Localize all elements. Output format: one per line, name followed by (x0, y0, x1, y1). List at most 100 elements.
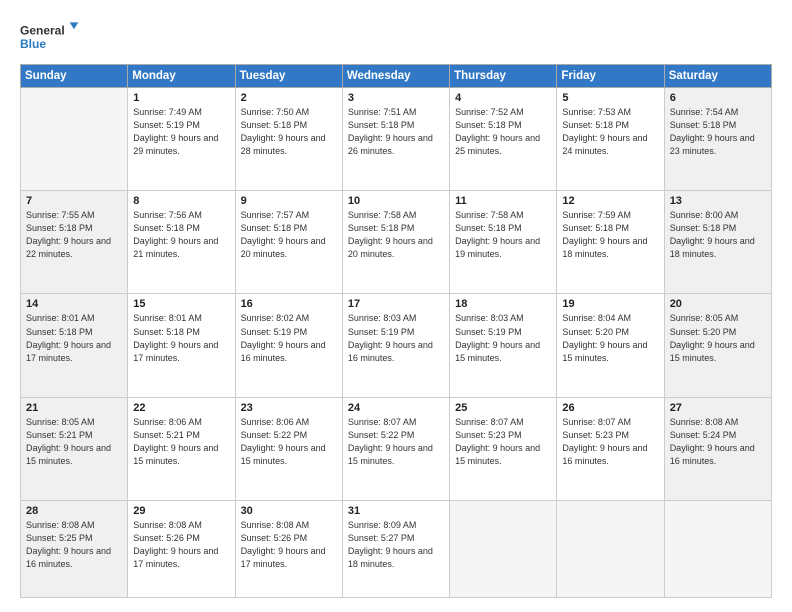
day-info: Sunrise: 7:57 AMSunset: 5:18 PMDaylight:… (241, 209, 338, 261)
day-number: 9 (241, 195, 338, 207)
calendar-cell: 15 Sunrise: 8:01 AMSunset: 5:18 PMDayligh… (128, 294, 235, 397)
week-row-5: 28Sunrise: 8:08 AMSunset: 5:25 PMDayligh… (21, 500, 772, 597)
calendar-cell: 6 Sunrise: 7:54 AMSunset: 5:18 PMDaylight… (664, 88, 771, 191)
day-number: 13 (670, 195, 767, 207)
day-number: 6 (670, 92, 767, 104)
day-number: 5 (562, 92, 659, 104)
calendar-cell: 24 Sunrise: 8:07 AMSunset: 5:22 PMDayligh… (342, 397, 449, 500)
day-header-sunday: Sunday (21, 65, 128, 88)
day-number: 17 (348, 298, 445, 310)
day-header-thursday: Thursday (450, 65, 557, 88)
calendar-cell: 30Sunrise: 8:08 AMSunset: 5:26 PMDayligh… (235, 500, 342, 597)
day-info: Sunrise: 8:05 AMSunset: 5:21 PMDaylight:… (26, 416, 123, 468)
logo: General Blue (20, 18, 80, 56)
calendar-table: SundayMondayTuesdayWednesdayThursdayFrid… (20, 64, 772, 598)
day-number: 28 (26, 505, 123, 517)
calendar-cell (21, 88, 128, 191)
calendar-page: General Blue SundayMondayTuesdayWednesda… (0, 0, 792, 612)
calendar-cell: 21Sunrise: 8:05 AMSunset: 5:21 PMDayligh… (21, 397, 128, 500)
day-info: Sunrise: 7:59 AMSunset: 5:18 PMDaylight:… (562, 209, 659, 261)
calendar-cell: 18 Sunrise: 8:03 AMSunset: 5:19 PMDayligh… (450, 294, 557, 397)
day-info: Sunrise: 7:55 AMSunset: 5:18 PMDaylight:… (26, 209, 123, 261)
day-header-friday: Friday (557, 65, 664, 88)
logo-svg: General Blue (20, 18, 80, 56)
calendar-cell: 1Sunrise: 7:49 AMSunset: 5:19 PMDaylight… (128, 88, 235, 191)
calendar-cell: 17 Sunrise: 8:03 AMSunset: 5:19 PMDayligh… (342, 294, 449, 397)
day-number: 20 (670, 298, 767, 310)
week-row-3: 14 Sunrise: 8:01 AMSunset: 5:18 PMDayligh… (21, 294, 772, 397)
day-info: Sunrise: 8:00 AMSunset: 5:18 PMDaylight:… (670, 209, 767, 261)
svg-text:General: General (20, 23, 65, 37)
day-number: 19 (562, 298, 659, 310)
calendar-cell (557, 500, 664, 597)
calendar-cell: 20 Sunrise: 8:05 AMSunset: 5:20 PMDayligh… (664, 294, 771, 397)
day-info: Sunrise: 7:51 AMSunset: 5:18 PMDaylight:… (348, 106, 445, 158)
day-info: Sunrise: 8:03 AMSunset: 5:19 PMDaylight:… (348, 312, 445, 364)
day-number: 29 (133, 505, 230, 517)
calendar-cell: 23Sunrise: 8:06 AMSunset: 5:22 PMDayligh… (235, 397, 342, 500)
day-info: Sunrise: 7:56 AMSunset: 5:18 PMDaylight:… (133, 209, 230, 261)
calendar-cell: 3 Sunrise: 7:51 AMSunset: 5:18 PMDaylight… (342, 88, 449, 191)
calendar-cell: 4Sunrise: 7:52 AMSunset: 5:18 PMDaylight… (450, 88, 557, 191)
day-number: 3 (348, 92, 445, 104)
day-info: Sunrise: 8:08 AMSunset: 5:26 PMDaylight:… (133, 519, 230, 571)
calendar-header-row: SundayMondayTuesdayWednesdayThursdayFrid… (21, 65, 772, 88)
day-info: Sunrise: 7:54 AMSunset: 5:18 PMDaylight:… (670, 106, 767, 158)
day-number: 24 (348, 402, 445, 414)
day-info: Sunrise: 8:07 AMSunset: 5:23 PMDaylight:… (562, 416, 659, 468)
calendar-cell: 28Sunrise: 8:08 AMSunset: 5:25 PMDayligh… (21, 500, 128, 597)
day-number: 8 (133, 195, 230, 207)
calendar-cell: 14 Sunrise: 8:01 AMSunset: 5:18 PMDayligh… (21, 294, 128, 397)
day-info: Sunrise: 7:53 AMSunset: 5:18 PMDaylight:… (562, 106, 659, 158)
calendar-cell: 11 Sunrise: 7:58 AMSunset: 5:18 PMDayligh… (450, 191, 557, 294)
day-number: 18 (455, 298, 552, 310)
day-header-monday: Monday (128, 65, 235, 88)
day-number: 12 (562, 195, 659, 207)
day-info: Sunrise: 7:50 AMSunset: 5:18 PMDaylight:… (241, 106, 338, 158)
calendar-cell: 19 Sunrise: 8:04 AMSunset: 5:20 PMDayligh… (557, 294, 664, 397)
calendar-cell: 8 Sunrise: 7:56 AMSunset: 5:18 PMDaylight… (128, 191, 235, 294)
calendar-cell: 27 Sunrise: 8:08 AMSunset: 5:24 PMDayligh… (664, 397, 771, 500)
header: General Blue (20, 18, 772, 56)
calendar-cell: 7Sunrise: 7:55 AMSunset: 5:18 PMDaylight… (21, 191, 128, 294)
calendar-cell: 22Sunrise: 8:06 AMSunset: 5:21 PMDayligh… (128, 397, 235, 500)
day-number: 2 (241, 92, 338, 104)
day-number: 25 (455, 402, 552, 414)
svg-text:Blue: Blue (20, 37, 46, 51)
day-number: 4 (455, 92, 552, 104)
calendar-cell: 10 Sunrise: 7:58 AMSunset: 5:18 PMDayligh… (342, 191, 449, 294)
day-info: Sunrise: 7:58 AMSunset: 5:18 PMDaylight:… (348, 209, 445, 261)
day-header-tuesday: Tuesday (235, 65, 342, 88)
day-number: 27 (670, 402, 767, 414)
day-info: Sunrise: 8:01 AMSunset: 5:18 PMDaylight:… (133, 312, 230, 364)
day-info: Sunrise: 8:06 AMSunset: 5:22 PMDaylight:… (241, 416, 338, 468)
day-number: 31 (348, 505, 445, 517)
day-number: 14 (26, 298, 123, 310)
calendar-cell: 13 Sunrise: 8:00 AMSunset: 5:18 PMDayligh… (664, 191, 771, 294)
calendar-cell (450, 500, 557, 597)
day-info: Sunrise: 8:06 AMSunset: 5:21 PMDaylight:… (133, 416, 230, 468)
day-info: Sunrise: 7:58 AMSunset: 5:18 PMDaylight:… (455, 209, 552, 261)
day-header-saturday: Saturday (664, 65, 771, 88)
day-info: Sunrise: 8:02 AMSunset: 5:19 PMDaylight:… (241, 312, 338, 364)
day-number: 10 (348, 195, 445, 207)
day-info: Sunrise: 8:01 AMSunset: 5:18 PMDaylight:… (26, 312, 123, 364)
calendar-cell: 31 Sunrise: 8:09 AMSunset: 5:27 PMDayligh… (342, 500, 449, 597)
week-row-1: 1Sunrise: 7:49 AMSunset: 5:19 PMDaylight… (21, 88, 772, 191)
calendar-cell: 9 Sunrise: 7:57 AMSunset: 5:18 PMDaylight… (235, 191, 342, 294)
day-info: Sunrise: 8:05 AMSunset: 5:20 PMDaylight:… (670, 312, 767, 364)
day-number: 30 (241, 505, 338, 517)
calendar-cell: 12 Sunrise: 7:59 AMSunset: 5:18 PMDayligh… (557, 191, 664, 294)
day-header-wednesday: Wednesday (342, 65, 449, 88)
day-number: 15 (133, 298, 230, 310)
day-info: Sunrise: 8:03 AMSunset: 5:19 PMDaylight:… (455, 312, 552, 364)
day-info: Sunrise: 8:08 AMSunset: 5:24 PMDaylight:… (670, 416, 767, 468)
calendar-cell: 29 Sunrise: 8:08 AMSunset: 5:26 PMDayligh… (128, 500, 235, 597)
calendar-cell: 2 Sunrise: 7:50 AMSunset: 5:18 PMDaylight… (235, 88, 342, 191)
day-number: 11 (455, 195, 552, 207)
calendar-cell (664, 500, 771, 597)
day-number: 1 (133, 92, 230, 104)
day-info: Sunrise: 8:07 AMSunset: 5:22 PMDaylight:… (348, 416, 445, 468)
day-info: Sunrise: 8:04 AMSunset: 5:20 PMDaylight:… (562, 312, 659, 364)
day-info: Sunrise: 8:09 AMSunset: 5:27 PMDaylight:… (348, 519, 445, 571)
